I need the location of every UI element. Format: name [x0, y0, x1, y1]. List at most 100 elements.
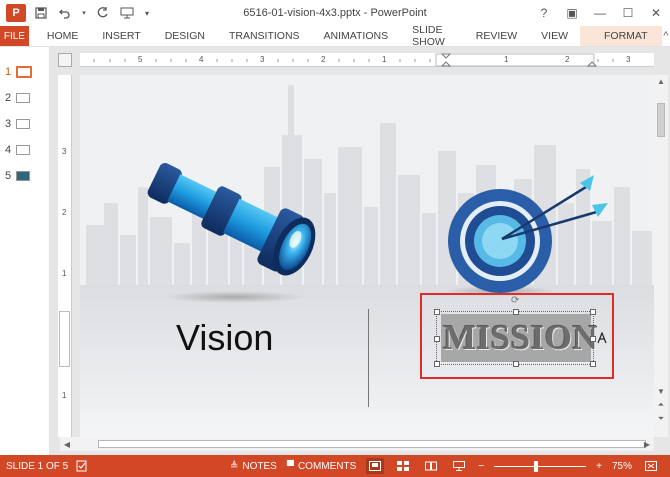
horizontal-scroll-thumb[interactable] [98, 440, 646, 448]
ruler-number: 2 [62, 208, 67, 217]
ruler-number: 1 [504, 55, 509, 64]
slide-thumbnail-5[interactable]: 5 [0, 165, 50, 187]
resize-handle[interactable] [434, 309, 440, 315]
help-icon[interactable]: ? [530, 0, 558, 26]
vertical-ruler-selection [59, 311, 70, 367]
slide-canvas[interactable]: Vision MISSION ⟳ [80, 75, 654, 437]
slide-preview [16, 66, 32, 78]
status-bar: SLIDE 1 OF 5 ≜ NOTES ▀ COMMENTS − + 75% [0, 455, 670, 477]
slide-thumbnails-pane[interactable]: 1 2 3 4 5 [0, 47, 50, 455]
tab-file[interactable]: FILE [0, 26, 29, 46]
vertical-scroll-thumb[interactable] [657, 103, 665, 137]
slide-show-view-icon[interactable] [450, 458, 468, 474]
zoom-level[interactable]: 75% [612, 461, 632, 472]
tab-view[interactable]: VIEW [529, 26, 580, 46]
mission-textbox[interactable]: MISSION ⟳ [434, 296, 607, 367]
slide-preview [16, 93, 30, 103]
text-cursor-icon [597, 331, 607, 347]
slide-preview [16, 119, 30, 129]
zoom-slider[interactable] [494, 458, 587, 474]
slide-thumbnail-3[interactable]: 3 [0, 113, 50, 135]
undo-icon[interactable] [56, 4, 74, 22]
tab-review[interactable]: REVIEW [464, 26, 529, 46]
resize-handle[interactable] [434, 361, 440, 367]
slide-number: 4 [4, 144, 12, 156]
tab-slide-show[interactable]: SLIDE SHOW [400, 24, 464, 48]
comments-button[interactable]: ▀ COMMENTS [287, 461, 356, 472]
window-controls: ? ▣ — ☐ ✕ [530, 0, 670, 26]
ruler-number: 2 [321, 55, 326, 64]
tab-insert[interactable]: INSERT [90, 26, 152, 46]
close-icon[interactable]: ✕ [642, 0, 670, 26]
zoom-slider-knob[interactable] [534, 461, 539, 472]
tab-animations[interactable]: ANIMATIONS [312, 26, 401, 46]
ruler-number: 3 [62, 147, 67, 156]
title-bar: P ▾ ▾ 6516-01-vision-4x3.pptx - PowerPoi… [0, 0, 670, 26]
horizontal-ruler[interactable]: 5 4 3 2 1 1 2 3 [80, 53, 654, 67]
slide-thumbnail-1[interactable]: 1 [0, 61, 50, 83]
comment-icon: ▀ [286, 460, 294, 472]
resize-handle[interactable] [434, 336, 440, 342]
vision-heading[interactable]: Vision [176, 317, 273, 359]
scroll-down-icon[interactable]: ▼ [654, 385, 668, 397]
zoom-out-button[interactable]: − [478, 461, 484, 472]
ruler-number: 1 [62, 269, 67, 278]
powerpoint-logo-icon: P [6, 4, 26, 22]
scroll-up-icon[interactable]: ▲ [654, 75, 668, 87]
notes-label: NOTES [242, 460, 277, 472]
scroll-left-icon[interactable]: ◀ [60, 438, 74, 450]
slide-counter: SLIDE 1 OF 5 [6, 460, 69, 472]
slide-editing-area: 5 4 3 2 1 1 2 3 3 2 1 1 Vision MISSION ⟳… [50, 47, 670, 455]
vertical-scrollbar[interactable]: ▲ ▼ ⏶ ⏷ [654, 75, 668, 437]
slide-number: 1 [4, 66, 12, 78]
ribbon-tabs: FILE HOME INSERT DESIGN TRANSITIONS ANIM… [0, 24, 670, 48]
zoom-in-button[interactable]: + [596, 461, 602, 472]
vertical-ruler[interactable]: 3 2 1 1 [58, 75, 72, 437]
collapse-ribbon-icon[interactable]: ^ [662, 26, 670, 46]
resize-handle[interactable] [590, 309, 596, 315]
customize-qat-icon[interactable]: ▾ [142, 4, 152, 22]
resize-handle[interactable] [513, 361, 519, 367]
save-icon[interactable] [32, 4, 50, 22]
notes-button[interactable]: ≜ NOTES [230, 461, 277, 472]
slide-number: 3 [4, 118, 12, 130]
slide-thumbnail-4[interactable]: 4 [0, 139, 50, 161]
slide-thumbnail-2[interactable]: 2 [0, 87, 50, 109]
slide-sorter-view-icon[interactable] [394, 458, 412, 474]
maximize-icon[interactable]: ☐ [614, 0, 642, 26]
tab-design[interactable]: DESIGN [153, 26, 217, 46]
normal-view-icon[interactable] [366, 458, 385, 474]
quick-access-toolbar: P ▾ ▾ [0, 0, 152, 26]
zoom-slider-track [494, 466, 587, 467]
minimize-icon[interactable]: — [586, 0, 614, 26]
reading-view-icon[interactable] [422, 458, 440, 474]
notes-icon: ≜ [230, 460, 239, 472]
spelling-check-icon[interactable] [76, 460, 88, 472]
tab-transitions[interactable]: TRANSITIONS [217, 26, 312, 46]
ruler-number: 5 [138, 55, 143, 64]
resize-handle[interactable] [590, 361, 596, 367]
slide-preview [16, 171, 30, 181]
ruler-number: 2 [565, 55, 570, 64]
slide-number: 5 [4, 170, 12, 182]
undo-dropdown-icon[interactable]: ▾ [80, 4, 88, 22]
resize-handle[interactable] [590, 336, 596, 342]
mission-wordart-text[interactable]: MISSION [443, 318, 598, 358]
previous-slide-icon[interactable]: ⏶ [654, 399, 668, 411]
ruler-number: 3 [260, 55, 265, 64]
tab-home[interactable]: HOME [29, 26, 91, 46]
slide-preview [16, 145, 30, 155]
fit-slide-to-window-icon[interactable] [642, 458, 660, 474]
slide-number: 2 [4, 92, 12, 104]
tab-selector[interactable] [58, 53, 72, 67]
redo-icon[interactable] [94, 4, 112, 22]
horizontal-scrollbar[interactable]: ◀ ▶ [60, 437, 654, 451]
next-slide-icon[interactable]: ⏷ [654, 413, 668, 425]
resize-handle[interactable] [513, 309, 519, 315]
tab-format[interactable]: FORMAT [580, 26, 662, 46]
slide-background-art [80, 75, 654, 437]
ribbon-display-options-icon[interactable]: ▣ [558, 0, 586, 26]
slideshow-from-start-icon[interactable] [118, 4, 136, 22]
rotate-handle-icon[interactable]: ⟳ [511, 296, 521, 306]
scroll-right-icon[interactable]: ▶ [640, 438, 654, 450]
